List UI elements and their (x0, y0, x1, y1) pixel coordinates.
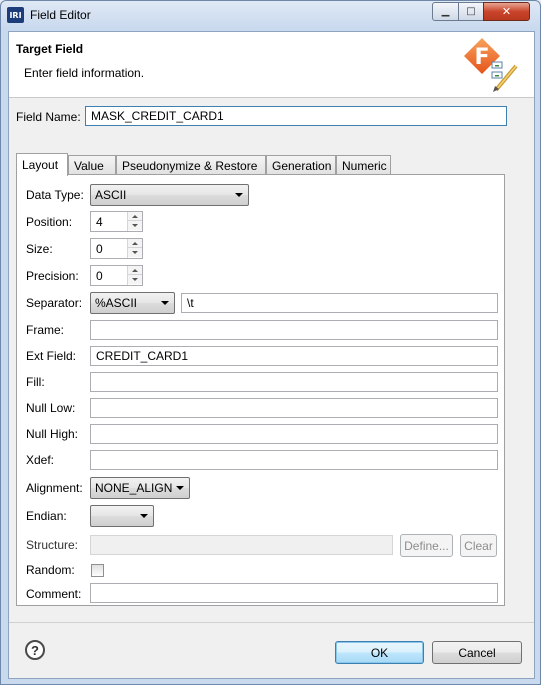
precision-label: Precision: (26, 269, 79, 283)
title-bar[interactable]: IRI Field Editor ▁ □ ✕ (1, 1, 540, 31)
arrow-up-icon (132, 214, 138, 218)
data-type-select[interactable]: ASCII (90, 184, 249, 206)
size-increment-button[interactable] (128, 239, 142, 248)
page-title: Target Field (16, 42, 84, 56)
precision-spinner-buttons (127, 266, 142, 285)
size-label: Size: (26, 242, 53, 256)
ext-field-input[interactable]: CREDIT_CARD1 (90, 346, 498, 366)
arrow-down-icon (132, 224, 138, 227)
separator-label: Separator: (26, 296, 83, 310)
app-icon: IRI (7, 7, 24, 23)
size-spinner[interactable]: 0 (90, 238, 143, 259)
random-label: Random: (26, 563, 75, 577)
ok-button[interactable]: OK (335, 641, 424, 664)
tab-numeric[interactable]: Numeric (336, 155, 391, 175)
position-value: 4 (96, 215, 103, 229)
frame-input[interactable] (90, 320, 498, 340)
comment-input[interactable] (90, 583, 498, 603)
minimize-icon: ▁ (441, 6, 450, 17)
clear-button: Clear (460, 534, 497, 557)
comment-label: Comment: (26, 587, 82, 601)
fill-label: Fill: (26, 375, 45, 389)
field-name-input[interactable]: MASK_CREDIT_CARD1 (85, 106, 507, 126)
chevron-down-icon (161, 301, 169, 305)
size-value: 0 (96, 242, 103, 256)
data-type-label: Data Type: (26, 188, 84, 202)
size-spinner-buttons (127, 239, 142, 258)
position-label: Position: (26, 215, 73, 229)
arrow-down-icon (132, 278, 138, 281)
endian-select[interactable] (90, 505, 154, 527)
alignment-value: NONE_ALIGN (95, 481, 173, 495)
position-spinner-buttons (127, 212, 142, 231)
precision-decrement-button[interactable] (128, 275, 142, 284)
position-spinner[interactable]: 4 (90, 211, 143, 232)
chevron-down-icon (235, 193, 243, 197)
alignment-select[interactable]: NONE_ALIGN (90, 477, 190, 499)
define-button: Define... (400, 534, 453, 557)
position-increment-button[interactable] (128, 212, 142, 221)
close-icon: ✕ (501, 5, 512, 18)
tab-generation[interactable]: Generation (266, 155, 336, 175)
minimize-button[interactable]: ▁ (432, 2, 459, 21)
data-type-value: ASCII (95, 188, 127, 202)
maximize-button[interactable]: □ (458, 2, 484, 21)
random-checkbox[interactable] (91, 564, 104, 577)
page-subtitle: Enter field information. (24, 66, 145, 80)
precision-increment-button[interactable] (128, 266, 142, 275)
separator-type-select[interactable]: %ASCII (90, 292, 175, 314)
structure-input (90, 535, 393, 555)
field-editor-logo-icon: F (464, 38, 518, 92)
frame-label: Frame: (26, 323, 65, 337)
maximize-icon: □ (466, 6, 476, 17)
chevron-down-icon (176, 486, 184, 490)
xdef-input[interactable] (90, 450, 498, 470)
null-low-label: Null Low: (26, 401, 76, 415)
structure-label: Structure: (26, 538, 79, 552)
arrow-up-icon (132, 241, 138, 245)
arrow-down-icon (132, 251, 138, 254)
null-high-label: Null High: (26, 427, 79, 441)
footer-divider (9, 622, 534, 623)
field-editor-window: IRI Field Editor ▁ □ ✕ Target Field Ente… (0, 0, 541, 685)
separator-input[interactable]: \t (181, 293, 498, 313)
precision-value: 0 (96, 269, 103, 283)
alignment-label: Alignment: (26, 481, 83, 495)
tab-pseudonymize-restore[interactable]: Pseudonymize & Restore (116, 155, 266, 175)
tab-value[interactable]: Value (68, 155, 116, 175)
tab-layout[interactable]: Layout (16, 153, 68, 176)
position-decrement-button[interactable] (128, 221, 142, 230)
endian-label: Endian: (26, 509, 67, 523)
cancel-button[interactable]: Cancel (432, 641, 522, 664)
header-banner: Target Field Enter field information. F (9, 32, 534, 98)
layout-tab-panel: Data Type: ASCII Position: 4 Size: 0 Pre… (16, 174, 505, 606)
size-decrement-button[interactable] (128, 248, 142, 257)
null-low-input[interactable] (90, 398, 498, 418)
help-icon[interactable]: ? (25, 640, 45, 660)
window-title: Field Editor (30, 8, 91, 22)
separator-type-value: %ASCII (95, 296, 138, 310)
xdef-label: Xdef: (26, 453, 55, 467)
logo-letter: F (474, 45, 489, 70)
ext-field-label: Ext Field: (26, 349, 77, 363)
dialog-client-area: Target Field Enter field information. F (8, 31, 535, 679)
null-high-input[interactable] (90, 424, 498, 444)
field-name-label: Field Name: (16, 110, 81, 124)
chevron-down-icon (140, 514, 148, 518)
close-button[interactable]: ✕ (483, 2, 530, 21)
precision-spinner[interactable]: 0 (90, 265, 143, 286)
fill-input[interactable] (90, 372, 498, 392)
arrow-up-icon (132, 268, 138, 272)
